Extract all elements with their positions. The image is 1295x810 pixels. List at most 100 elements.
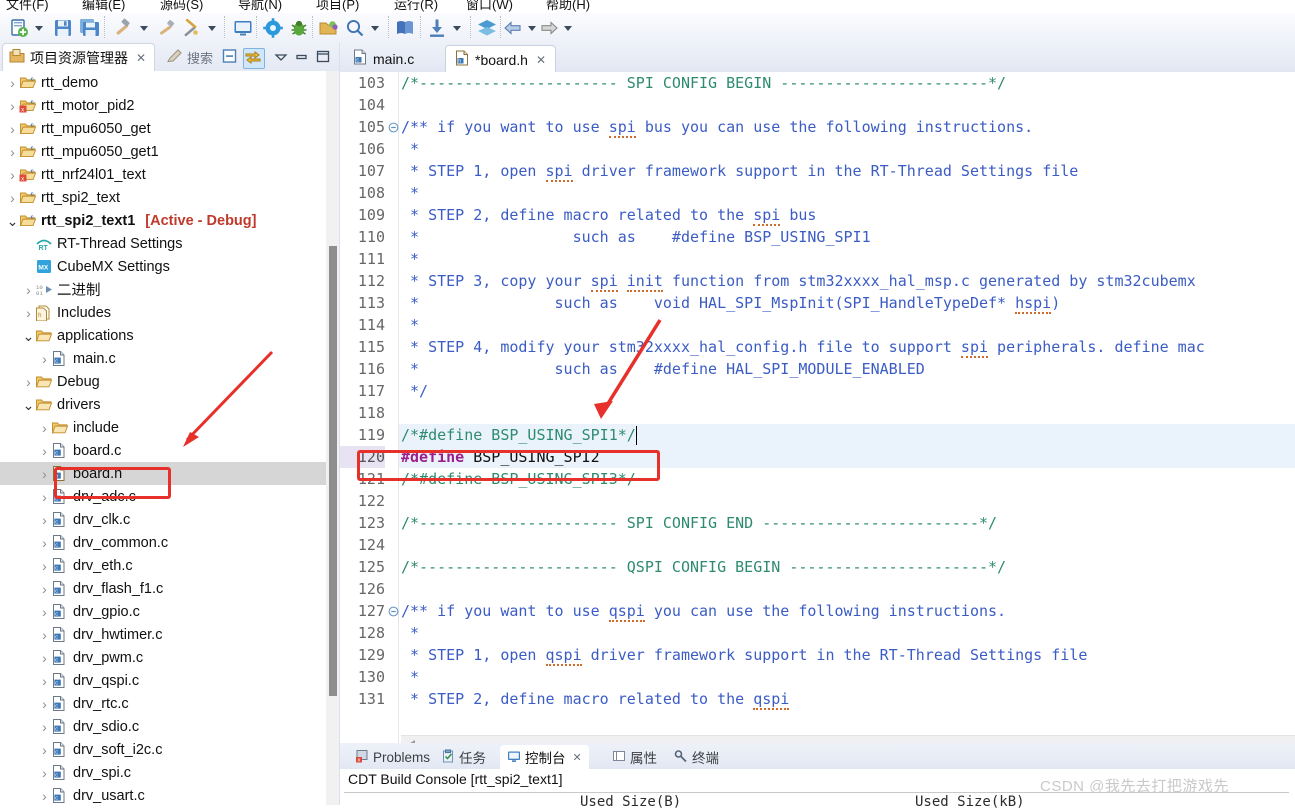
link-with-editor-icon[interactable] — [243, 48, 265, 69]
download-caret[interactable] — [453, 26, 461, 31]
back-caret[interactable] — [528, 26, 536, 31]
build-settings-icon[interactable] — [180, 17, 202, 39]
project-tree[interactable]: › c rtt_demo › c x rtt_motor_pid2 › c rtt_mpu6050… — [0, 71, 326, 805]
close-icon[interactable]: ✕ — [136, 51, 146, 65]
chevron-down-icon[interactable]: ⌄ — [22, 398, 35, 412]
chevron-right-icon[interactable]: › — [6, 75, 19, 91]
new-file-icon[interactable] — [8, 17, 30, 39]
chevron-down-icon[interactable]: ⌄ — [6, 214, 19, 228]
menu-item-run[interactable]: 运行(R) — [394, 0, 438, 13]
menu-item-window[interactable]: 窗口(W) — [466, 0, 513, 13]
chevron-right-icon[interactable]: › — [6, 121, 19, 137]
tree-item--[interactable]: › 10 01 二进制 — [0, 278, 326, 301]
tab-board-h[interactable]: h *board.h ✕ — [445, 45, 556, 73]
chevron-right-icon[interactable]: › — [38, 512, 51, 528]
code-line[interactable]: /** if you want to use qspi you can use … — [401, 600, 1006, 622]
chevron-right-icon[interactable]: › — [22, 282, 35, 298]
chevron-down-icon[interactable]: ⌄ — [22, 329, 35, 343]
code-line[interactable]: * STEP 2, define macro related to the qs… — [401, 688, 790, 710]
forward-arrow-icon[interactable] — [538, 17, 560, 39]
menu-item-source[interactable]: 源码(S) — [160, 0, 203, 13]
close-icon[interactable]: ✕ — [536, 53, 546, 67]
code-editor[interactable]: 103 104 105 106 107 108 109 110 111 112 113 114 115 1… — [340, 72, 1295, 757]
project-tree-scroll-thumb[interactable] — [329, 246, 337, 696]
chevron-right-icon[interactable]: › — [38, 535, 51, 551]
chevron-right-icon[interactable]: › — [38, 696, 51, 712]
tree-item-drv-rtc-c[interactable]: › c drv_rtc.c — [0, 692, 326, 715]
tab-problems[interactable]: x Problems — [348, 745, 437, 769]
menu-item-file[interactable]: 文件(F) — [6, 0, 49, 13]
save-all-icon[interactable] — [78, 17, 100, 39]
code-line[interactable]: /*---------------------- QSPI CONFIG BEG… — [401, 556, 1006, 578]
code-line[interactable]: */ — [401, 380, 428, 402]
code-line[interactable]: * such as #define HAL_SPI_MODULE_ENABLED — [401, 358, 925, 380]
chevron-right-icon[interactable]: › — [38, 627, 51, 643]
tree-item-debug[interactable]: › Debug — [0, 370, 326, 393]
maximize-icon[interactable] — [314, 48, 334, 67]
tree-item-include[interactable]: › include — [0, 416, 326, 439]
layers-icon[interactable] — [476, 17, 498, 39]
chevron-right-icon[interactable]: › — [38, 650, 51, 666]
tree-item-cubemx-settings[interactable]: MX CubeMX Settings — [0, 255, 326, 278]
code-line[interactable]: * — [401, 248, 419, 270]
chevron-right-icon[interactable]: › — [6, 190, 19, 206]
code-line[interactable]: /** if you want to use spi bus you can u… — [401, 116, 1033, 138]
code-line[interactable]: * — [401, 314, 419, 336]
chevron-right-icon[interactable]: › — [22, 374, 35, 390]
monitor-icon[interactable] — [232, 17, 254, 39]
close-icon[interactable]: ✕ — [573, 751, 582, 764]
code-line[interactable]: /*---------------------- SPI CONFIG BEGI… — [401, 72, 1006, 94]
chevron-right-icon[interactable]: › — [38, 604, 51, 620]
chevron-right-icon[interactable]: › — [38, 673, 51, 689]
open-resource-icon[interactable] — [318, 17, 340, 39]
download-icon[interactable] — [426, 17, 448, 39]
chevron-right-icon[interactable]: › — [6, 98, 19, 114]
fold-collapse-icon[interactable] — [388, 116, 399, 138]
build-hammer-icon[interactable] — [112, 17, 134, 39]
tree-item-drv-flash-f1-c[interactable]: › c drv_flash_f1.c — [0, 577, 326, 600]
tab-properties[interactable]: 属性 — [605, 745, 664, 769]
tree-item-rtt-mpu6050-get[interactable]: › c rtt_mpu6050_get — [0, 117, 326, 140]
tree-item-rtt-motor-pid2[interactable]: › c x rtt_motor_pid2 — [0, 94, 326, 117]
chevron-right-icon[interactable]: › — [38, 489, 51, 505]
code-line[interactable]: * — [401, 182, 419, 204]
tree-item-board-c[interactable]: › c board.c — [0, 439, 326, 462]
tree-item-drivers[interactable]: ⌄ drivers — [0, 393, 326, 416]
view-menu-icon[interactable] — [272, 48, 292, 67]
tab-terminal[interactable]: 终端 — [667, 745, 726, 769]
book-icon[interactable] — [394, 17, 416, 39]
clean-icon[interactable] — [156, 17, 178, 39]
chevron-right-icon[interactable]: › — [38, 765, 51, 781]
tab-console[interactable]: 控制台 ✕ — [500, 745, 589, 769]
tree-item-includes[interactable]: › h Includes — [0, 301, 326, 324]
chevron-right-icon[interactable]: › — [38, 719, 51, 735]
tree-item-drv-soft-i2c-c[interactable]: › c drv_soft_i2c.c — [0, 738, 326, 761]
code-line[interactable]: * STEP 3, copy your spi init function fr… — [401, 270, 1196, 292]
chevron-right-icon[interactable]: › — [38, 420, 51, 436]
tree-item-main-c[interactable]: › c main.c — [0, 347, 326, 370]
chevron-right-icon[interactable]: › — [6, 144, 19, 160]
code-line[interactable]: * such as void HAL_SPI_MspInit(SPI_Handl… — [401, 292, 1060, 314]
menu-item-navigate[interactable]: 导航(N) — [238, 0, 282, 13]
chevron-right-icon[interactable]: › — [38, 466, 51, 482]
tree-item-drv-common-c[interactable]: › c drv_common.c — [0, 531, 326, 554]
chevron-right-icon[interactable]: › — [22, 305, 35, 321]
project-tree-scrollbar[interactable] — [326, 71, 339, 805]
tree-item-rtt-spi2-text[interactable]: › c rtt_spi2_text — [0, 186, 326, 209]
build-settings-caret[interactable] — [208, 26, 216, 31]
tree-item-drv-eth-c[interactable]: › c drv_eth.c — [0, 554, 326, 577]
tree-item-drv-usart-c[interactable]: › c drv_usart.c — [0, 784, 326, 805]
new-dropdown-caret[interactable] — [35, 26, 43, 31]
code-line[interactable]: * — [401, 138, 419, 160]
tree-item-applications[interactable]: ⌄ applications — [0, 324, 326, 347]
code-line[interactable]: * — [401, 622, 419, 644]
code-line[interactable]: * STEP 4, modify your stm32xxxx_hal_conf… — [401, 336, 1205, 358]
tree-item-rt-thread-settings[interactable]: RT RT-Thread Settings — [0, 232, 326, 255]
code-line[interactable]: /*#define BSP_USING_SPI1*/ — [401, 424, 636, 446]
search-caret[interactable] — [371, 26, 379, 31]
tree-item-drv-hwtimer-c[interactable]: › c drv_hwtimer.c — [0, 623, 326, 646]
fold-collapse-icon[interactable] — [388, 600, 399, 622]
tree-item-rtt-spi2-text1[interactable]: ⌄ c rtt_spi2_text1 [Active - Debug] — [0, 209, 326, 232]
chevron-right-icon[interactable]: › — [38, 351, 51, 367]
chevron-right-icon[interactable]: › — [38, 443, 51, 459]
